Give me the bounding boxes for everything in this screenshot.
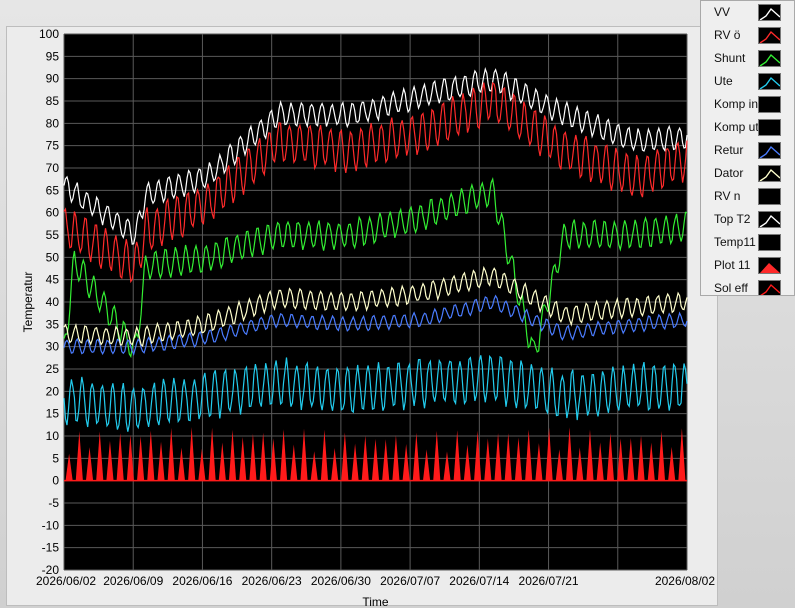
legend-label: Dator — [714, 166, 744, 180]
y-tick-label: 100 — [39, 27, 59, 41]
legend-swatch-icon — [758, 188, 781, 205]
legend-label: Sol eff — [714, 281, 748, 295]
legend-swatch-icon — [758, 4, 781, 21]
legend-item[interactable]: Sol eff — [701, 277, 794, 295]
y-tick-label: 75 — [46, 139, 60, 153]
y-tick-label: 5 — [52, 451, 59, 465]
x-tick-label: 2026/08/02 — [655, 574, 715, 588]
legend-label: Komp ut — [714, 120, 758, 134]
legend-label: Plot 11 — [714, 258, 751, 272]
legend-label: RV n — [714, 189, 741, 203]
x-tick-label: 2026/07/07 — [380, 574, 440, 588]
legend-swatch-icon — [758, 234, 781, 251]
chart[interactable]: -20-15-10-505101520253035404550556065707… — [0, 0, 795, 608]
y-tick-label: 0 — [52, 474, 59, 488]
legend-label: VV — [714, 5, 731, 19]
y-tick-label: 50 — [46, 250, 60, 264]
legend-item[interactable]: VV — [701, 1, 794, 24]
x-tick-label: 2026/06/09 — [103, 574, 163, 588]
legend-swatch-icon — [758, 96, 781, 113]
y-tick-label: 20 — [46, 384, 60, 398]
y-tick-label: 65 — [46, 183, 60, 197]
legend-item[interactable]: RV n — [701, 185, 794, 208]
x-tick-label: 2026/06/30 — [311, 574, 371, 588]
y-tick-label: 40 — [46, 295, 60, 309]
y-tick-label: 85 — [46, 94, 60, 108]
legend-item[interactable]: Ute — [701, 70, 794, 93]
legend-label: Retur — [714, 143, 744, 157]
legend-swatch-icon — [758, 50, 781, 67]
x-tick-label: 2026/07/14 — [449, 574, 509, 588]
y-tick-label: 95 — [46, 49, 60, 63]
legend-label: Shunt — [714, 51, 746, 65]
x-tick-label: 2026/06/16 — [172, 574, 232, 588]
legend-item[interactable]: Komp in — [701, 93, 794, 116]
legend-item[interactable]: RV ö — [701, 24, 794, 47]
legend-swatch-icon — [758, 257, 781, 274]
y-tick-label: 90 — [46, 72, 60, 86]
legend-item[interactable]: Shunt — [701, 47, 794, 70]
legend-label: Ute — [714, 74, 733, 88]
legend-swatch-icon — [758, 211, 781, 228]
y-tick-label: 10 — [46, 429, 60, 443]
x-tick-label: 2026/06/23 — [242, 574, 302, 588]
legend-swatch-icon — [758, 73, 781, 90]
y-tick-label: -5 — [48, 496, 59, 510]
legend-label: Komp in — [714, 97, 758, 111]
legend-item[interactable]: Top T2 — [701, 208, 794, 231]
legend-label: Temp11 — [714, 235, 756, 249]
legend-item[interactable]: Temp11 — [701, 231, 794, 254]
x-axis-title: Time — [362, 595, 389, 608]
y-tick-label: 35 — [46, 317, 60, 331]
legend-label: Top T2 — [714, 212, 751, 226]
legend-item[interactable]: Dator — [701, 162, 794, 185]
y-tick-label: -15 — [42, 541, 60, 555]
legend-swatch-icon — [758, 142, 781, 159]
y-axis-title: Temperatur — [21, 272, 35, 333]
y-tick-label: 15 — [46, 407, 60, 421]
legend-item[interactable]: Retur — [701, 139, 794, 162]
plot-legend[interactable]: VV RV ö Shunt Ute Komp in Komp ut Retur Dator RV… — [700, 0, 795, 296]
x-tick-label: 2026/07/21 — [519, 574, 579, 588]
legend-item[interactable]: Komp ut — [701, 116, 794, 139]
y-tick-label: -10 — [42, 518, 60, 532]
y-tick-label: 25 — [46, 362, 60, 376]
y-tick-label: 80 — [46, 116, 60, 130]
legend-label: RV ö — [714, 28, 741, 42]
y-tick-label: 70 — [46, 161, 60, 175]
y-tick-label: 45 — [46, 273, 60, 287]
legend-swatch-icon — [758, 27, 781, 44]
x-tick-label: 2026/06/02 — [36, 574, 96, 588]
legend-swatch-icon — [758, 280, 781, 295]
legend-swatch-icon — [758, 165, 781, 182]
y-tick-label: 60 — [46, 206, 60, 220]
legend-swatch-icon — [758, 119, 781, 136]
legend-item[interactable]: Plot 11 — [701, 254, 794, 277]
y-tick-label: 30 — [46, 340, 60, 354]
y-tick-label: 55 — [46, 228, 60, 242]
